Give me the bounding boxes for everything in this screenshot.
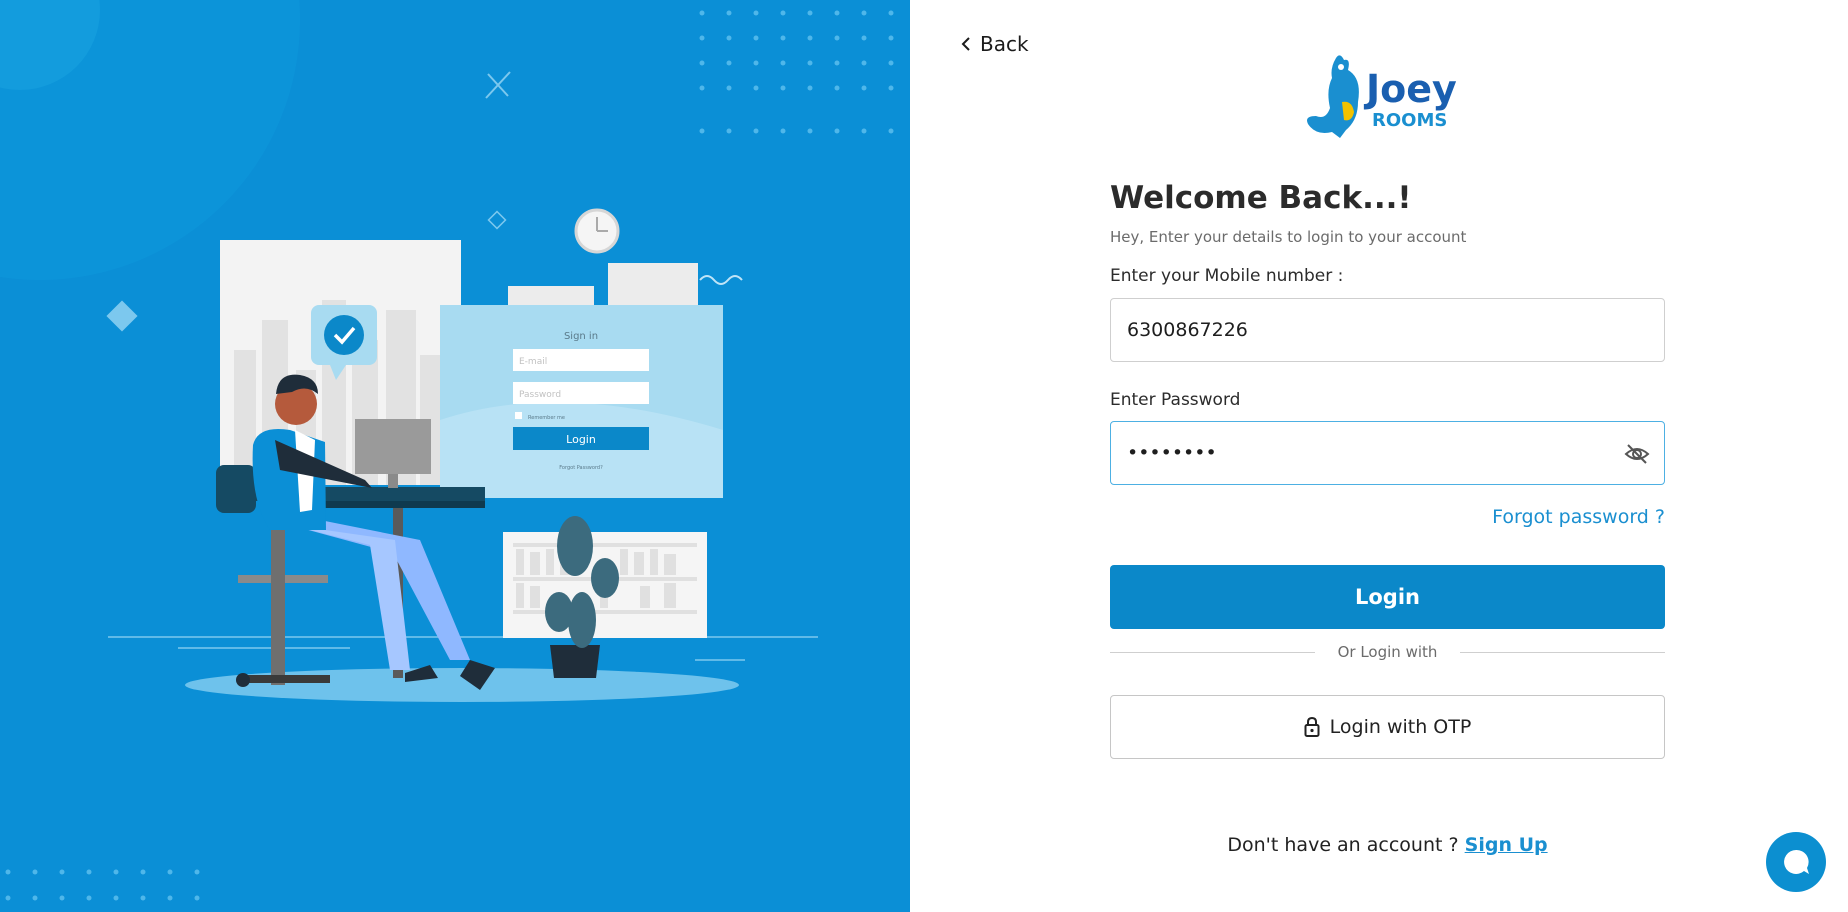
forgot-password-link[interactable]: Forgot password ? — [1492, 506, 1665, 528]
login-form: Welcome Back...! Hey, Enter your details… — [1110, 176, 1665, 759]
back-label: Back — [980, 32, 1029, 56]
illustration-forgot: Forgot Password? — [559, 465, 603, 471]
chat-bubble-icon — [1784, 849, 1809, 874]
password-input[interactable]: •••••••• — [1110, 421, 1665, 485]
logo-word-rooms: ROOMS — [1372, 110, 1447, 131]
joey-rooms-logo: Joey ROOMS — [1307, 55, 1457, 138]
signup-prompt-text: Don't have an account ? — [1227, 834, 1459, 856]
office-illustration: Sign in E-mail Password Remember me Logi… — [0, 0, 894, 901]
illustration-login: Login — [566, 433, 596, 446]
illustration-password: Password — [519, 390, 561, 400]
back-button[interactable]: Back — [960, 32, 1029, 56]
illustration-email: E-mail — [519, 357, 547, 367]
or-divider: Or Login with — [1110, 642, 1665, 662]
login-with-otp-button[interactable]: Login with OTP — [1110, 695, 1665, 759]
chat-widget-button[interactable] — [1766, 832, 1826, 892]
login-button[interactable]: Login — [1110, 565, 1665, 629]
signup-prompt: Don't have an account ? Sign Up — [1110, 834, 1665, 856]
mobile-label: Enter your Mobile number : — [1110, 266, 1344, 286]
otp-label: Login with OTP — [1329, 716, 1472, 738]
page-title: Welcome Back...! — [1110, 180, 1412, 216]
page-subtitle: Hey, Enter your details to login to your… — [1110, 228, 1467, 246]
eye-off-icon[interactable] — [1624, 442, 1650, 466]
mobile-value: 6300867226 — [1127, 319, 1248, 341]
mobile-input[interactable]: 6300867226 — [1110, 298, 1665, 362]
lock-icon — [1304, 717, 1320, 737]
password-label: Enter Password — [1110, 390, 1241, 410]
illustration-remember: Remember me — [528, 415, 565, 421]
illustration-signin-title: Sign in — [564, 331, 598, 342]
password-value: •••••••• — [1127, 442, 1217, 464]
signup-link[interactable]: Sign Up — [1465, 834, 1548, 856]
illustration-panel: Sign in E-mail Password Remember me Logi… — [0, 0, 910, 912]
divider-line-right — [1460, 652, 1665, 653]
chevron-left-icon — [961, 37, 970, 51]
logo-word-joey: Joey — [1363, 67, 1457, 111]
